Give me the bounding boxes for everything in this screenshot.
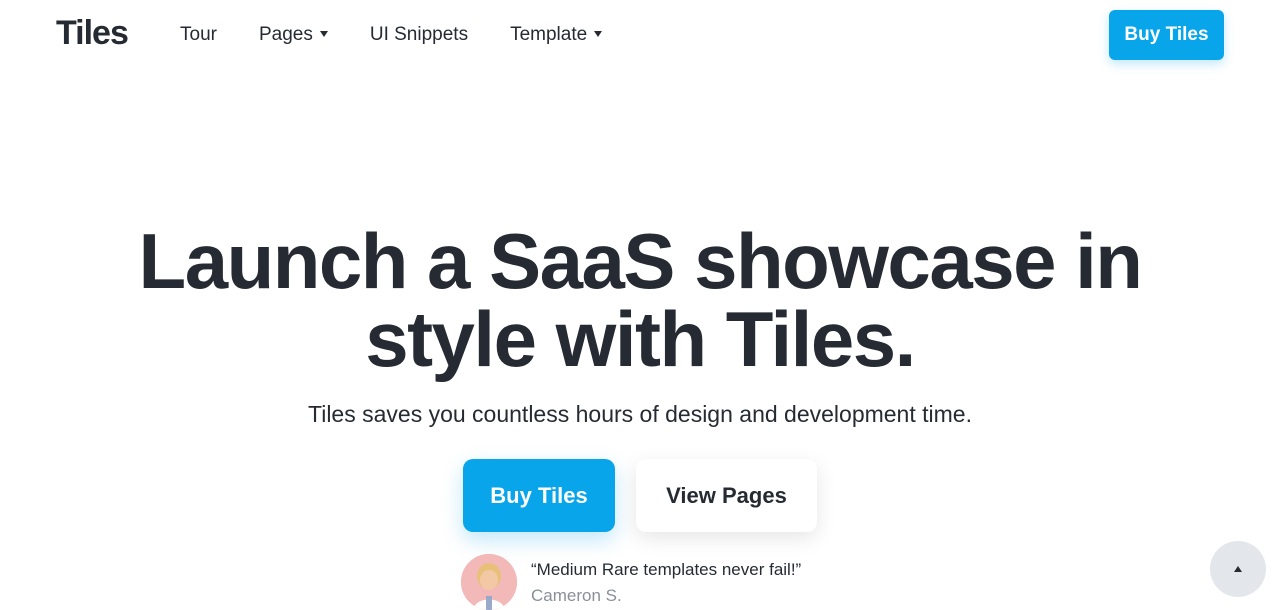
hero-title-line-2: style with Tiles. xyxy=(365,295,916,383)
caret-down-icon xyxy=(319,31,328,37)
hero-subtitle: Tiles saves you countless hours of desig… xyxy=(308,401,972,427)
nav-item-tour[interactable]: Tour xyxy=(180,24,217,46)
nav-item-label: Tour xyxy=(180,24,217,45)
logo[interactable]: Tiles xyxy=(56,14,129,53)
nav-item-label: Template xyxy=(510,24,588,45)
nav-buy-button[interactable]: Buy Tiles xyxy=(1109,10,1224,60)
nav-item-label: UI Snippets xyxy=(369,24,469,45)
navbar: Tiles Tour Pages UI Snippets Template Bu… xyxy=(0,0,1280,72)
caret-down-icon xyxy=(594,31,603,37)
avatar-image xyxy=(461,554,517,610)
view-pages-button[interactable]: View Pages xyxy=(636,459,817,532)
avatar xyxy=(461,554,517,610)
main-nav: Tour Pages UI Snippets Template xyxy=(180,24,644,46)
scroll-to-top-button[interactable] xyxy=(1210,541,1266,597)
caret-up-icon xyxy=(1234,566,1242,572)
hero-title-line-1: Launch a SaaS showcase in xyxy=(138,217,1143,305)
nav-item-pages[interactable]: Pages xyxy=(259,24,328,46)
nav-item-template[interactable]: Template xyxy=(510,24,603,46)
hero-title: Launch a SaaS showcase in style with Til… xyxy=(0,222,1280,378)
nav-item-label: Pages xyxy=(258,24,313,45)
buy-tiles-button[interactable]: Buy Tiles xyxy=(463,459,615,532)
testimonial-author: Cameron S. xyxy=(531,586,622,605)
testimonial-quote: “Medium Rare templates never fail!” xyxy=(531,560,802,579)
nav-item-ui-snippets[interactable]: UI Snippets xyxy=(370,24,468,46)
